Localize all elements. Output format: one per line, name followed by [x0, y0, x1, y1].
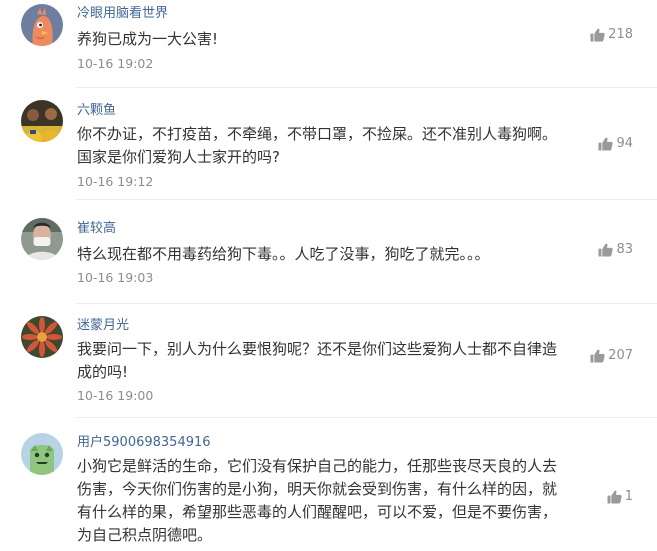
thumbs-up-icon — [590, 349, 605, 363]
like-count: 1 — [624, 489, 633, 504]
avatar[interactable] — [21, 100, 63, 142]
comment-text: 养狗已成为一大公害! — [77, 30, 219, 48]
like-count: 207 — [608, 348, 633, 363]
green-monster-icon — [21, 433, 63, 475]
like-button[interactable]: 83 — [598, 242, 633, 257]
thumbs-up-icon — [598, 137, 614, 151]
comment-time: 10-16 19:00 — [77, 388, 154, 403]
like-button[interactable]: 1 — [607, 489, 633, 504]
comment-time: 10-16 19:03 — [77, 270, 154, 285]
orange-bird-icon — [21, 4, 63, 46]
thumbs-up-icon — [590, 28, 605, 42]
like-button[interactable]: 218 — [590, 27, 633, 42]
comment-item: 迷蒙月光 我要问一下，别人为什么要恨狗呢？还不是你们这些爱狗人士都不自律造成的吗… — [0, 316, 657, 418]
like-count: 94 — [616, 136, 633, 151]
like-count: 83 — [616, 242, 633, 257]
comment-text: 我要问一下，别人为什么要恨狗呢？还不是你们这些爱狗人士都不自律造成的吗! — [77, 340, 558, 381]
username[interactable]: 用户5900698354916 — [77, 435, 211, 451]
username[interactable]: 冷眼用脑看世界 — [77, 6, 168, 22]
comment-time: 10-16 19:02 — [77, 56, 154, 71]
thumbs-up-icon — [607, 490, 622, 504]
comment-text: 特么现在都不用毒药给狗下毒。。人吃了没事，狗吃了就完。。。 — [77, 245, 490, 263]
comment-time: 10-16 19:12 — [77, 174, 154, 189]
avatar[interactable] — [21, 4, 63, 46]
username[interactable]: 六颗鱼 — [77, 103, 116, 119]
avatar[interactable] — [21, 316, 63, 358]
avatar[interactable] — [21, 433, 63, 475]
like-button[interactable]: 207 — [590, 348, 633, 363]
username[interactable]: 崔较高 — [77, 221, 116, 237]
avatar[interactable] — [21, 218, 63, 260]
flower-photo — [21, 316, 63, 358]
comment-item: 冷眼用脑看世界 养狗已成为一大公害! 10-16 19:02 218 — [0, 4, 657, 88]
comment-item: 用户5900698354916 小狗它是鲜活的生命，它们没有保护自己的能力，任那… — [0, 433, 657, 551]
like-count: 218 — [608, 27, 633, 42]
comment-list: 冷眼用脑看世界 养狗已成为一大公害! 10-16 19:02 218 六颗鱼 你… — [0, 0, 657, 551]
comment-text: 小狗它是鲜活的生命，它们没有保护自己的能力，任那些丧尽天良的人去伤害，今天你们伤… — [77, 457, 558, 544]
username[interactable]: 迷蒙月光 — [77, 318, 129, 334]
like-button[interactable]: 94 — [598, 136, 633, 151]
thumbs-up-icon — [598, 243, 614, 257]
basketball-players-photo — [21, 100, 63, 142]
comment-text: 你不办证，不打疫苗，不牵绳，不带口罩，不捡屎。还不准别人毒狗啊。国家是你们爱狗人… — [77, 125, 558, 166]
masked-man-photo — [21, 218, 63, 260]
comment-item: 崔较高 特么现在都不用毒药给狗下毒。。人吃了没事，狗吃了就完。。。 10-16 … — [0, 218, 657, 304]
comment-item: 六颗鱼 你不办证，不打疫苗，不牵绳，不带口罩，不捡屎。还不准别人毒狗啊。国家是你… — [0, 100, 657, 200]
